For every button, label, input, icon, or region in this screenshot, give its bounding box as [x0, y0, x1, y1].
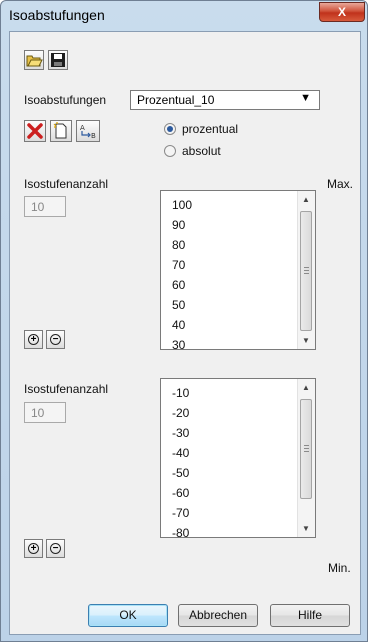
list-item[interactable]: -70 — [172, 506, 189, 520]
red-x-delete-icon — [27, 123, 43, 139]
radio-prozentual[interactable] — [164, 123, 176, 135]
svg-text:B: B — [91, 132, 96, 140]
scroll-down-arrow-icon[interactable]: ▼ — [302, 524, 310, 533]
radio-absolut-label: absolut — [182, 144, 221, 158]
open-button[interactable] — [24, 50, 44, 70]
radio-prozentual-label: prozentual — [182, 122, 239, 136]
max-count-label: Isostufenanzahl — [24, 177, 109, 191]
rename-ab-icon: A B — [80, 124, 96, 140]
preset-label: Isoabstufungen — [24, 93, 107, 107]
rename-button[interactable]: A B — [76, 120, 100, 142]
scroll-thumb[interactable] — [300, 399, 312, 499]
list-item[interactable]: 50 — [172, 298, 185, 312]
list-item[interactable]: 30 — [172, 338, 185, 352]
plus-circle-icon: + — [28, 334, 39, 345]
preset-selected-value: Prozentual_10 — [137, 93, 215, 107]
scroll-down-arrow-icon[interactable]: ▼ — [302, 336, 310, 345]
list-item[interactable]: 40 — [172, 318, 185, 332]
window-title: Isoabstufungen — [9, 7, 105, 23]
list-item[interactable]: 100 — [172, 198, 192, 212]
min-label: Min. — [328, 561, 351, 575]
plus-circle-icon: + — [28, 543, 39, 554]
dialog-client-area: Isoabstufungen Prozentual_10 ▼ A B proze… — [9, 31, 361, 635]
list-item[interactable]: -50 — [172, 466, 189, 480]
list-item[interactable]: 60 — [172, 278, 185, 292]
max-count-input[interactable]: 10 — [24, 196, 66, 217]
new-document-icon — [53, 122, 67, 139]
dialog-window: Isoabstufungen X Isoabstufungen Prozentu… — [0, 0, 368, 642]
scroll-thumb[interactable] — [300, 211, 312, 331]
help-button[interactable]: Hilfe — [270, 604, 350, 627]
list-item[interactable]: -30 — [172, 426, 189, 440]
new-button[interactable] — [50, 120, 72, 142]
max-remove-button[interactable]: − — [46, 330, 65, 349]
svg-text:A: A — [80, 124, 85, 132]
min-remove-button[interactable]: − — [46, 539, 65, 558]
scroll-up-arrow-icon[interactable]: ▲ — [302, 195, 310, 204]
min-count-label: Isostufenanzahl — [24, 382, 109, 396]
min-add-button[interactable]: + — [24, 539, 43, 558]
scroll-up-arrow-icon[interactable]: ▲ — [302, 383, 310, 392]
max-label: Max. — [327, 177, 354, 191]
list-item[interactable]: 80 — [172, 238, 185, 252]
dropdown-arrow-icon: ▼ — [300, 92, 311, 104]
max-list-scrollbar[interactable]: ▲ ▼ — [297, 191, 315, 349]
preset-dropdown[interactable]: Prozentual_10 ▼ — [130, 90, 320, 110]
min-list-scrollbar[interactable]: ▲ ▼ — [297, 379, 315, 537]
list-item[interactable]: -20 — [172, 406, 189, 420]
radio-absolut[interactable] — [164, 145, 176, 157]
min-values-list[interactable]: -10 -20 -30 -40 -50 -60 -70 -80 ▲ ▼ — [160, 378, 316, 540]
list-item[interactable]: 70 — [172, 258, 185, 272]
title-bar[interactable]: Isoabstufungen X — [1, 1, 367, 31]
ok-button[interactable]: OK — [88, 604, 168, 627]
list-item[interactable]: -80 — [172, 526, 189, 540]
close-button[interactable]: X — [319, 2, 365, 22]
folder-open-icon — [26, 55, 43, 67]
min-count-input[interactable]: 10 — [24, 402, 66, 423]
list-item[interactable]: -10 — [172, 386, 189, 400]
max-add-button[interactable]: + — [24, 330, 43, 349]
list-item[interactable]: -40 — [172, 446, 189, 460]
floppy-save-icon — [51, 53, 65, 67]
minus-circle-icon: − — [50, 334, 61, 345]
delete-button[interactable] — [24, 120, 46, 142]
save-button[interactable] — [48, 50, 68, 70]
max-values-list[interactable]: 100 90 80 70 60 50 40 30 ▲ ▼ — [160, 190, 316, 352]
list-item[interactable]: 90 — [172, 218, 185, 232]
list-item[interactable]: -60 — [172, 486, 189, 500]
minus-circle-icon: − — [50, 543, 61, 554]
cancel-button[interactable]: Abbrechen — [178, 604, 258, 627]
